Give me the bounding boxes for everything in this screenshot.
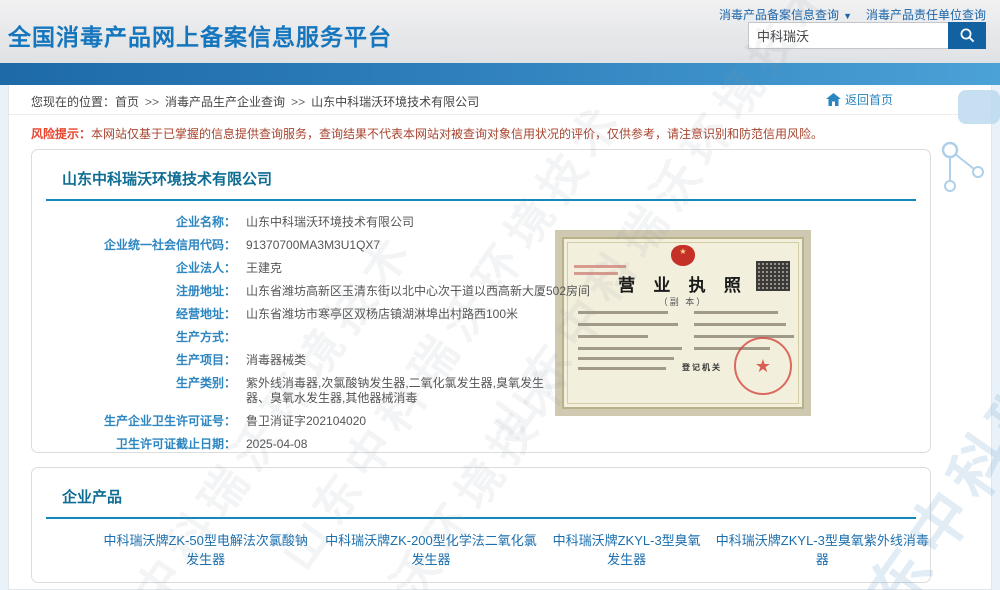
breadcrumb-row: 您现在的位置：首页 >> 消毒产品生产企业查询 >> 山东中科瑞沃环境技术有限公司 返回… xyxy=(9,85,991,115)
products-panel: 企业产品 中科瑞沃牌ZK-50型电解法次氯酸钠发生器 中科瑞沃牌ZK-200型化… xyxy=(31,467,931,583)
field-value: 山东中科瑞沃环境技术有限公司 xyxy=(246,215,414,230)
breadcrumb-prefix: 您现在的位置： xyxy=(31,95,115,109)
company-fields: 企业名称： 山东中科瑞沃环境技术有限公司 企业统一社会信用代码： 9137070… xyxy=(44,215,930,452)
field-row-company-name: 企业名称： 山东中科瑞沃环境技术有限公司 xyxy=(44,215,930,230)
field-value: 王建克 xyxy=(246,261,282,276)
company-info-panel: 山东中科瑞沃环境技术有限公司 企业名称： 山东中科瑞沃环境技术有限公司 企业统一… xyxy=(31,149,931,453)
nav-link-record-query[interactable]: 消毒产品备案信息查询 xyxy=(719,8,839,22)
title-underline xyxy=(46,199,916,201)
breadcrumb-link-enterprise-query[interactable]: 消毒产品生产企业查询 xyxy=(165,95,285,109)
field-value: 山东省潍坊高新区玉清东街以北中心次干道以西高新大厦502房间 xyxy=(246,284,590,299)
nav-link-unit-query[interactable]: 消毒产品责任单位查询 xyxy=(866,8,986,22)
field-row-legal-person: 企业法人： 王建克 xyxy=(44,261,930,276)
field-label: 企业统一社会信用代码： xyxy=(44,238,236,253)
field-row-business-address: 经营地址： 山东省潍坊市寒亭区双杨店镇湖淋埠出村路西100米 xyxy=(44,307,930,322)
field-label: 生产项目： xyxy=(44,353,236,368)
chevron-down-icon: ▼ xyxy=(843,11,852,21)
risk-notice-prefix: 风险提示： xyxy=(31,127,91,141)
risk-notice-text: 本网站仅基于已掌握的信息提供查询服务，查询结果不代表本网站对被查询对象信用状况的… xyxy=(91,127,823,141)
field-label: 经营地址： xyxy=(44,307,236,322)
product-link-zk50[interactable]: 中科瑞沃牌ZK-50型电解法次氯酸钠发生器 xyxy=(98,531,313,569)
header-divider-bar xyxy=(0,63,1000,85)
field-value: 2025-04-08 xyxy=(246,437,307,452)
home-icon xyxy=(826,93,841,106)
field-label: 企业法人： xyxy=(44,261,236,276)
field-label: 生产类别： xyxy=(44,376,236,406)
field-row-license-expiry-date: 卫生许可证截止日期： 2025-04-08 xyxy=(44,437,930,452)
search-input[interactable] xyxy=(748,22,948,49)
main-content: 您现在的位置：首页 >> 消毒产品生产企业查询 >> 山东中科瑞沃环境技术有限公司 返回… xyxy=(8,85,992,590)
search-icon xyxy=(959,27,976,44)
products-underline xyxy=(46,517,916,519)
breadcrumb-link-home[interactable]: 首页 xyxy=(115,95,139,109)
back-home-label: 返回首页 xyxy=(845,91,893,108)
products-title: 企业产品 xyxy=(62,486,930,507)
product-list: 中科瑞沃牌ZK-50型电解法次氯酸钠发生器 中科瑞沃牌ZK-200型化学法二氧化… xyxy=(98,531,930,569)
field-value: 山东省潍坊市寒亭区双杨店镇湖淋埠出村路西100米 xyxy=(246,307,518,322)
product-link-zkyl3-ozone[interactable]: 中科瑞沃牌ZKYL-3型臭氧发生器 xyxy=(549,531,705,569)
field-value: 消毒器械类 xyxy=(246,353,306,368)
search-bar xyxy=(748,22,986,49)
field-value: 紫外线消毒器,次氯酸钠发生器,二氧化氯发生器,臭氧发生器、臭氧水发生器,其他器械… xyxy=(246,376,554,406)
site-header: 全国消毒产品网上备案信息服务平台 消毒产品备案信息查询 ▼ 消毒产品责任单位查询 xyxy=(0,0,1000,63)
top-nav: 消毒产品备案信息查询 ▼ 消毒产品责任单位查询 xyxy=(719,6,986,23)
back-home-link[interactable]: 返回首页 xyxy=(826,91,893,108)
breadcrumb-current: 山东中科瑞沃环境技术有限公司 xyxy=(311,95,479,109)
field-value: 91370700MA3M3U1QX7 xyxy=(246,238,380,253)
site-title: 全国消毒产品网上备案信息服务平台 xyxy=(8,18,392,52)
company-title: 山东中科瑞沃环境技术有限公司 xyxy=(62,168,930,189)
field-row-hygiene-license-no: 生产企业卫生许可证号： 鲁卫消证字202104020 xyxy=(44,414,930,429)
product-link-zk200[interactable]: 中科瑞沃牌ZK-200型化学法二氧化氯发生器 xyxy=(323,531,538,569)
breadcrumb-separator: >> xyxy=(145,95,159,109)
field-row-production-mode: 生产方式： xyxy=(44,330,930,345)
field-label: 生产企业卫生许可证号： xyxy=(44,414,236,429)
breadcrumb-separator: >> xyxy=(291,95,305,109)
field-label: 生产方式： xyxy=(44,330,236,345)
field-row-production-project: 生产项目： 消毒器械类 xyxy=(44,353,930,368)
field-row-production-category: 生产类别： 紫外线消毒器,次氯酸钠发生器,二氧化氯发生器,臭氧发生器、臭氧水发生… xyxy=(44,376,930,406)
product-link-zkyl3-uv[interactable]: 中科瑞沃牌ZKYL-3型臭氧紫外线消毒器 xyxy=(715,531,930,569)
field-row-credit-code: 企业统一社会信用代码： 91370700MA3M3U1QX7 xyxy=(44,238,930,253)
breadcrumb: 您现在的位置：首页 >> 消毒产品生产企业查询 >> 山东中科瑞沃环境技术有限公司 xyxy=(31,93,479,110)
field-label: 企业名称： xyxy=(44,215,236,230)
search-button[interactable] xyxy=(948,22,986,49)
field-label: 卫生许可证截止日期： xyxy=(44,437,236,452)
risk-notice: 风险提示：本网站仅基于已掌握的信息提供查询服务，查询结果不代表本网站对被查询对象… xyxy=(31,126,969,142)
field-value: 鲁卫消证字202104020 xyxy=(246,414,366,429)
field-label: 注册地址： xyxy=(44,284,236,299)
field-row-registered-address: 注册地址： 山东省潍坊高新区玉清东街以北中心次干道以西高新大厦502房间 xyxy=(44,284,930,299)
